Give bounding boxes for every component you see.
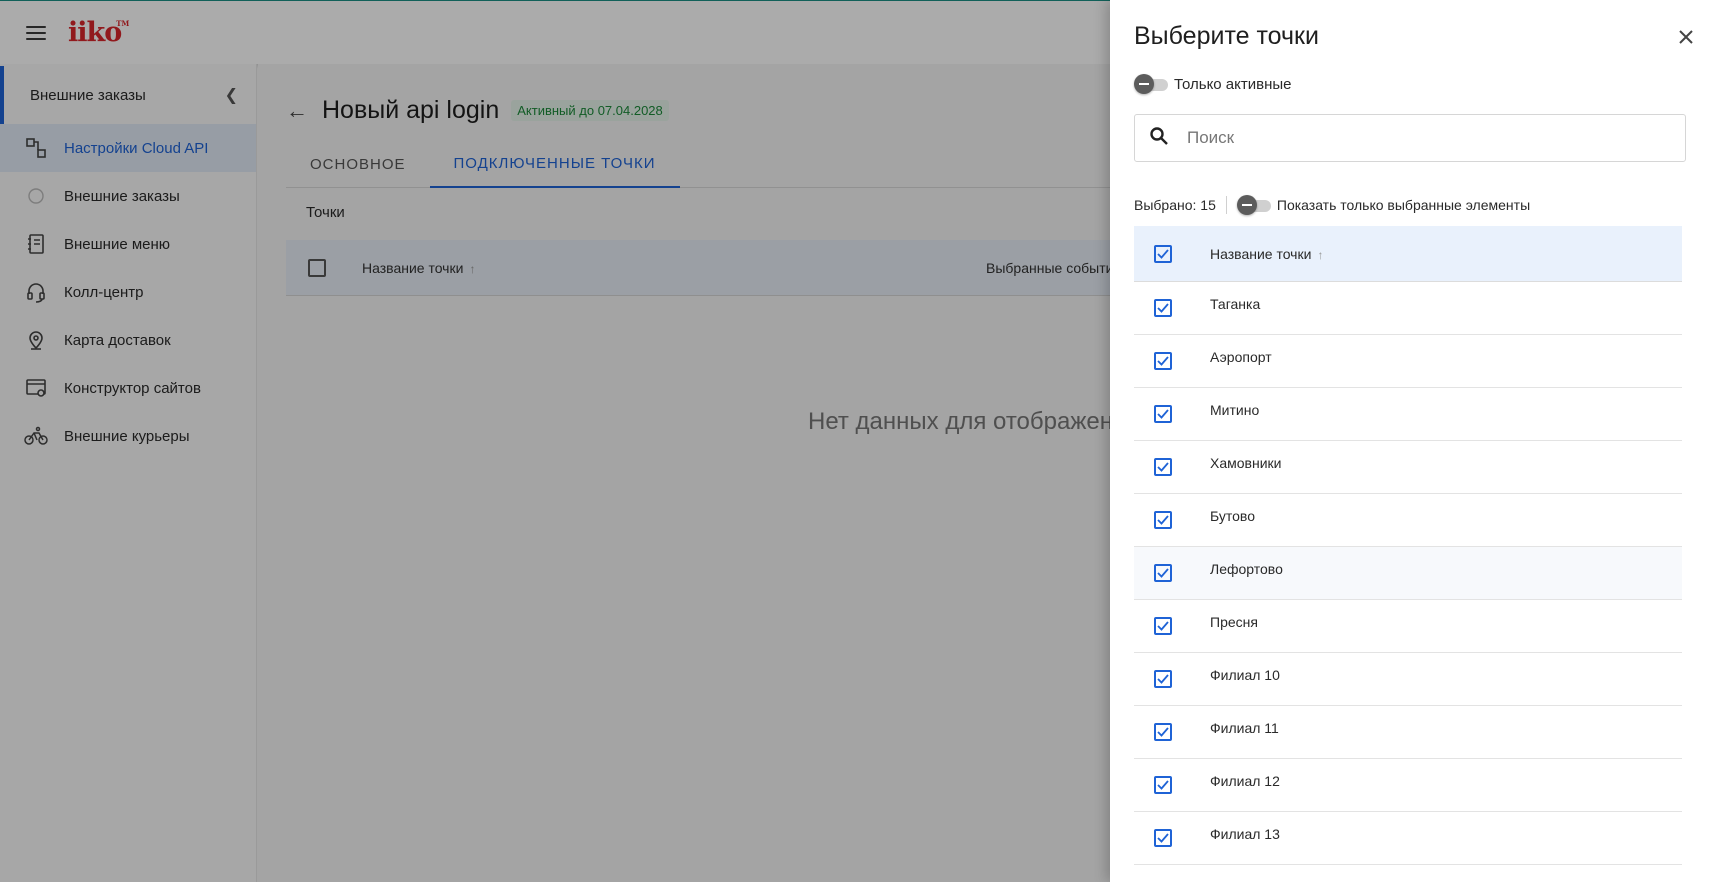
checkbox-checked[interactable] — [1154, 458, 1172, 476]
list-item[interactable]: Филиал 12 — [1134, 759, 1682, 812]
point-name: Лефортово — [1210, 561, 1283, 577]
close-icon[interactable] — [1673, 24, 1699, 50]
point-name: Филиал 11 — [1210, 720, 1279, 736]
checkbox-checked[interactable] — [1154, 352, 1172, 370]
show-selected-label: Показать только выбранные элементы — [1276, 197, 1531, 213]
checkbox-checked[interactable] — [1154, 670, 1172, 688]
point-name: Аэропорт — [1210, 349, 1272, 365]
select-all-checkbox-checked[interactable] — [1154, 244, 1172, 263]
selection-row: Выбрано: 15 Показать только выбранные эл… — [1134, 195, 1530, 215]
search-box — [1134, 114, 1686, 162]
point-name: Таганка — [1210, 296, 1261, 312]
point-name: Филиал 12 — [1210, 773, 1280, 789]
checkbox-checked[interactable] — [1154, 299, 1172, 317]
point-name: Пресня — [1210, 614, 1258, 630]
checkbox-checked[interactable] — [1154, 617, 1172, 635]
list-item[interactable]: Пресня — [1134, 600, 1682, 653]
list-item[interactable]: Хамовники — [1134, 441, 1682, 494]
list-item[interactable]: Филиал 13 — [1134, 812, 1682, 865]
list-item[interactable]: Аэропорт — [1134, 335, 1682, 388]
point-name: Хамовники — [1210, 455, 1282, 471]
point-name: Митино — [1210, 402, 1260, 418]
only-active-toggle[interactable] — [1134, 74, 1170, 94]
search-input[interactable] — [1187, 128, 1667, 148]
checkbox-checked[interactable] — [1154, 776, 1172, 794]
show-selected-toggle[interactable] — [1236, 195, 1273, 215]
only-active-toggle-row: Только активные — [1134, 74, 1292, 94]
sort-up-icon: ↑ — [1317, 247, 1324, 262]
point-name: Бутово — [1210, 508, 1255, 524]
list-item[interactable]: Лефортово — [1134, 547, 1682, 600]
checkbox-checked[interactable] — [1154, 511, 1172, 529]
checkbox-checked[interactable] — [1154, 405, 1172, 423]
only-active-label: Только активные — [1174, 75, 1292, 93]
checkbox-checked[interactable] — [1154, 564, 1172, 582]
point-name: Филиал 10 — [1210, 667, 1280, 683]
checkbox-checked[interactable] — [1154, 829, 1172, 847]
column-header-name[interactable]: Название точки ↑ — [1210, 246, 1323, 262]
search-icon — [1149, 126, 1169, 151]
list-item[interactable]: Таганка — [1134, 282, 1682, 335]
checkbox-checked[interactable] — [1154, 723, 1172, 741]
list-header: Название точки ↑ — [1134, 226, 1682, 282]
points-list: Название точки ↑ Таганка Аэропорт Митино Хам… — [1134, 226, 1682, 865]
list-item[interactable]: Митино — [1134, 388, 1682, 441]
selected-count: Выбрано: 15 — [1134, 197, 1216, 213]
point-name: Филиал 13 — [1210, 826, 1280, 842]
list-item[interactable]: Филиал 11 — [1134, 706, 1682, 759]
list-item[interactable]: Бутово — [1134, 494, 1682, 547]
divider — [1225, 196, 1227, 214]
select-points-drawer: Выберите точки Только активные Выбрано: … — [1110, 0, 1710, 882]
drawer-title: Выберите точки — [1134, 22, 1319, 50]
list-item[interactable]: Филиал 10 — [1134, 653, 1682, 706]
